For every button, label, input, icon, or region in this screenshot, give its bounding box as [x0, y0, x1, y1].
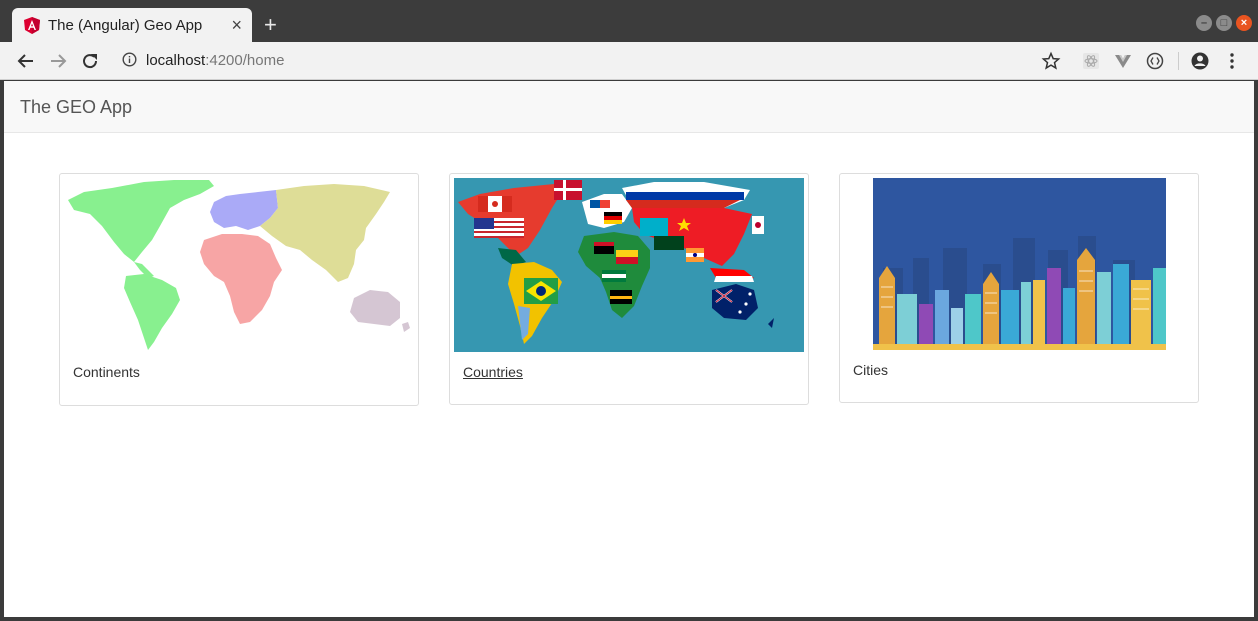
page-viewport: The GEO App Continents Countries Cities — [4, 81, 1254, 617]
angular-logo-icon — [24, 17, 40, 34]
react-devtools-extension-icon[interactable] — [1081, 51, 1101, 71]
app-brand[interactable]: The GEO App — [20, 97, 132, 117]
json-viewer-extension-icon[interactable] — [1145, 51, 1165, 71]
bookmark-star-icon[interactable] — [1041, 51, 1061, 71]
window-maximize-button[interactable]: □ — [1216, 15, 1232, 31]
countries-card[interactable]: Countries — [449, 173, 809, 405]
profile-avatar-icon[interactable] — [1190, 51, 1210, 71]
browser-titlebar: The (Angular) Geo App × + – □ × — [0, 0, 1258, 42]
cities-label: Cities — [853, 362, 889, 378]
countries-flag-map-image — [454, 178, 804, 352]
new-tab-icon[interactable]: + — [264, 14, 277, 36]
cities-skyline-image — [873, 178, 1166, 350]
continents-label: Continents — [73, 364, 140, 380]
back-arrow-icon[interactable] — [16, 51, 36, 71]
tab-close-icon[interactable]: × — [231, 16, 242, 34]
menu-kebab-icon[interactable] — [1222, 51, 1242, 71]
vue-devtools-extension-icon[interactable] — [1113, 51, 1133, 71]
reload-icon[interactable] — [80, 51, 100, 71]
url-path: :4200/home — [205, 52, 285, 69]
window-close-button[interactable]: × — [1236, 15, 1252, 31]
toolbar-separator — [1178, 52, 1179, 70]
cities-card[interactable]: Cities — [839, 173, 1199, 403]
address-bar[interactable]: localhost:4200/home — [146, 52, 284, 70]
tab-title: The (Angular) Geo App — [48, 17, 203, 34]
continents-card[interactable]: Continents — [59, 173, 419, 406]
countries-link[interactable]: Countries — [463, 364, 523, 380]
app-navbar: The GEO App — [4, 81, 1254, 133]
url-host: localhost — [146, 52, 206, 69]
forward-arrow-icon[interactable] — [48, 51, 68, 71]
browser-tab[interactable]: The (Angular) Geo App × — [12, 8, 252, 42]
continents-map-image — [64, 178, 414, 350]
window-minimize-button[interactable]: – — [1196, 15, 1212, 31]
site-info-icon[interactable] — [122, 52, 137, 67]
